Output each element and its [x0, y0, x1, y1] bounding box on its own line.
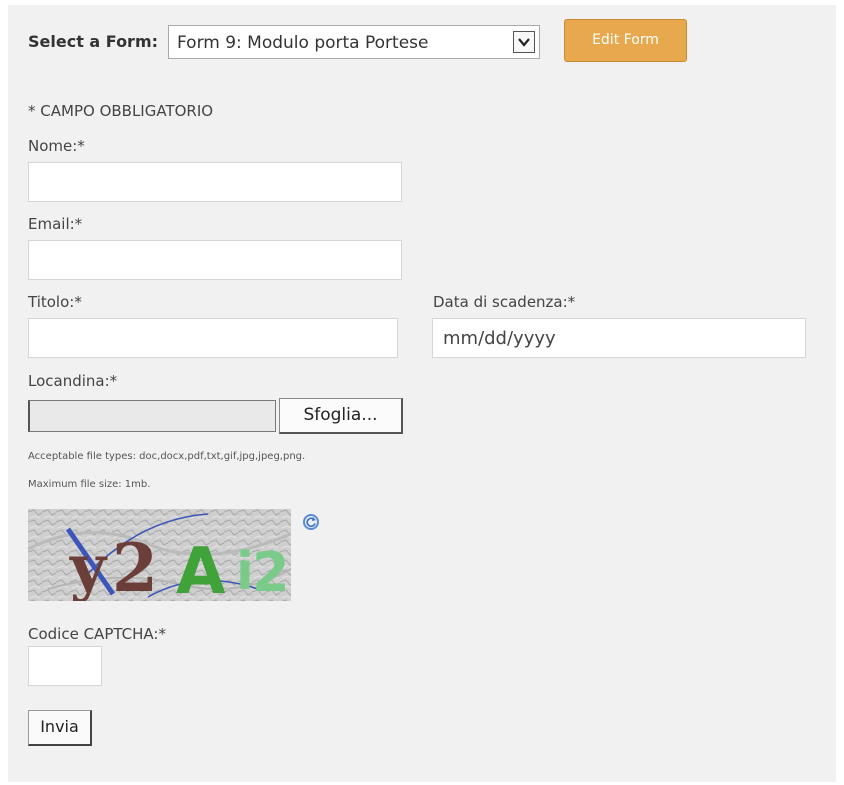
titolo-label: Titolo:*: [28, 293, 82, 311]
form-panel: Select a Form: Form 9: Modulo porta Port…: [8, 5, 836, 782]
file-path-field[interactable]: [28, 400, 276, 432]
file-types-note: Acceptable file types: doc,docx,pdf,txt,…: [28, 451, 306, 462]
chevron-down-icon[interactable]: [513, 31, 535, 53]
captcha-input[interactable]: [28, 646, 102, 686]
titolo-input[interactable]: [28, 318, 398, 358]
captcha-char-1: y: [69, 531, 108, 601]
nome-input[interactable]: [28, 162, 402, 202]
captcha-image: y 2 A i 2: [27, 509, 292, 609]
select-form-label: Select a Form:: [28, 32, 159, 51]
captcha-char-5: 2: [252, 541, 290, 601]
file-size-note: Maximum file size: 1mb.: [28, 479, 151, 490]
scadenza-label: Data di scadenza:*: [433, 293, 576, 311]
email-input[interactable]: [28, 240, 402, 280]
form-select-value: Form 9: Modulo porta Portese: [177, 33, 429, 53]
locandina-label: Locandina:*: [28, 372, 118, 390]
scadenza-input[interactable]: mm/dd/yyyy: [432, 318, 806, 358]
captcha-label: Codice CAPTCHA:*: [28, 625, 166, 643]
form-select[interactable]: Form 9: Modulo porta Portese: [168, 25, 540, 59]
edit-form-button[interactable]: Edit Form: [564, 19, 687, 62]
refresh-icon[interactable]: [303, 514, 319, 530]
scadenza-placeholder: mm/dd/yyyy: [443, 328, 556, 349]
required-note: * CAMPO OBBLIGATORIO: [28, 102, 214, 120]
captcha-char-3: A: [176, 535, 226, 601]
browse-button[interactable]: Sfoglia...: [279, 398, 403, 434]
email-label: Email:*: [28, 215, 83, 233]
submit-button[interactable]: Invia: [28, 710, 92, 746]
nome-label: Nome:*: [28, 137, 85, 155]
captcha-char-2: 2: [112, 529, 158, 601]
